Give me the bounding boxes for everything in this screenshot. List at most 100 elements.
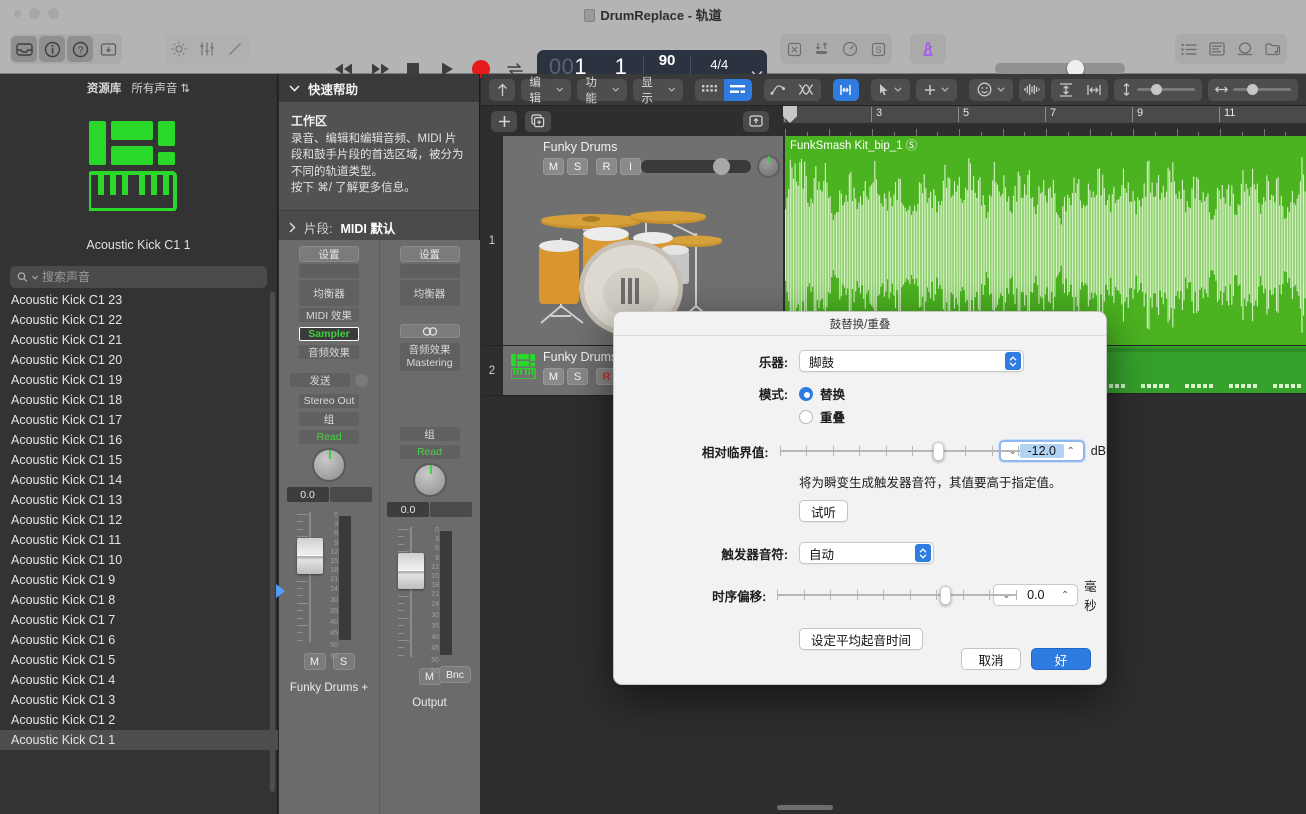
radio-icon[interactable] (799, 409, 813, 424)
cs-send-knob[interactable] (355, 373, 368, 387)
media-browser-icon[interactable] (1260, 36, 1286, 62)
solo-icon[interactable]: S (865, 36, 891, 62)
search-input[interactable] (42, 270, 260, 284)
cs-fader-handle[interactable] (398, 553, 424, 589)
list-item[interactable]: Acoustic Kick C1 6 (0, 630, 278, 650)
stepper-icon[interactable] (1005, 352, 1021, 370)
list-editors-icon[interactable] (1176, 36, 1202, 62)
list-item[interactable]: Acoustic Kick C1 21 (0, 330, 278, 350)
list-item[interactable]: Acoustic Kick C1 16 (0, 430, 278, 450)
list-item[interactable]: Acoustic Kick C1 5 (0, 650, 278, 670)
cs-pan-value[interactable]: 0.0 (387, 502, 429, 517)
zoom-horizontal-slider[interactable] (1233, 84, 1291, 95)
tuner-icon[interactable] (837, 36, 863, 62)
cs-bounce-button[interactable]: Bnc (439, 666, 471, 683)
duplicate-track-icon[interactable] (525, 110, 551, 132)
cs-audio-fx-slot[interactable]: 音频效果 (299, 345, 359, 359)
cs-automation-slot[interactable]: Read (299, 430, 359, 444)
region-import-icon[interactable] (743, 110, 769, 132)
list-item[interactable]: Acoustic Kick C1 11 (0, 530, 278, 550)
track-solo-button[interactable]: S (567, 368, 588, 385)
stepper-up-icon[interactable]: ⌃ (1058, 590, 1072, 601)
instrument-select[interactable]: 脚鼓 (799, 350, 1024, 372)
cs-audio-fx-slot[interactable]: 音频效果 Mastering (399, 343, 460, 371)
notes-icon[interactable] (1204, 36, 1230, 62)
list-item[interactable]: Acoustic Kick C1 10 (0, 550, 278, 570)
cs-fader-handle[interactable] (297, 538, 323, 574)
threshold-slider[interactable] (779, 441, 1020, 461)
list-icon[interactable] (723, 78, 752, 101)
cs-eq-slot[interactable]: 均衡器 (399, 280, 460, 306)
snap-icon[interactable] (832, 78, 859, 101)
cs-empty-slot[interactable] (399, 264, 460, 278)
track-mute-button[interactable]: M (543, 158, 564, 175)
cs-group-slot[interactable]: 组 (399, 427, 460, 441)
cs-fader-track[interactable] (309, 512, 311, 642)
cancel-button[interactable]: 取消 (961, 648, 1021, 670)
library-toggle-icon[interactable] (11, 36, 37, 62)
cs-pan-knob[interactable] (412, 463, 447, 497)
cs-instrument-slot[interactable]: Sampler (299, 327, 359, 341)
grid-icon[interactable] (695, 79, 723, 101)
mixer-icon[interactable] (194, 36, 220, 62)
fit-horizontal-icon[interactable] (1080, 79, 1108, 101)
mode-option-overlay[interactable]: 重叠 (799, 407, 845, 426)
list-item[interactable]: Acoustic Kick C1 12 (0, 510, 278, 530)
list-item[interactable]: Acoustic Kick C1 18 (0, 390, 278, 410)
cs-stereo-link-icon[interactable] (399, 324, 460, 338)
ok-button[interactable]: 好 (1031, 648, 1091, 670)
cs-fader-track[interactable] (410, 527, 412, 657)
fit-vertical-icon[interactable] (1051, 79, 1079, 101)
list-item[interactable]: Acoustic Kick C1 8 (0, 590, 278, 610)
info-icon[interactable] (39, 36, 65, 62)
cs-pan-value[interactable]: 0.0 (286, 487, 329, 502)
pointer-tool-icon[interactable] (870, 78, 910, 101)
track-pan-knob[interactable] (757, 155, 780, 178)
threshold-value[interactable]: -12.0 (1019, 444, 1064, 458)
cs-midi-fx-slot[interactable]: MIDI 效果 (299, 308, 359, 322)
timing-offset-slider[interactable] (777, 585, 1018, 605)
library-patch-list[interactable]: Acoustic Kick C1 23 Acoustic Kick C1 22 Ac… (0, 290, 278, 814)
add-track-icon[interactable] (491, 110, 517, 132)
cs-setting-button[interactable]: 设置 (299, 246, 359, 262)
zoom-vertical-slider[interactable] (1137, 84, 1195, 95)
flex-icon[interactable] (792, 79, 820, 101)
quick-help-header[interactable]: 快速帮助 (279, 74, 479, 102)
track-volume-slider[interactable] (641, 158, 751, 175)
cs-pan-extra[interactable] (329, 487, 372, 502)
master-volume-slider[interactable] (995, 60, 1125, 77)
editors-icon[interactable] (222, 36, 248, 62)
cs-group-slot[interactable]: 组 (299, 412, 359, 426)
list-item[interactable]: Acoustic Kick C1 2 (0, 710, 278, 730)
menu-edit[interactable]: 编辑 (521, 77, 572, 105)
metronome-icon[interactable] (915, 36, 941, 62)
cs-pan-extra[interactable] (430, 502, 472, 517)
cs-mute-button[interactable]: M (303, 653, 326, 670)
timing-offset-slider-thumb[interactable] (939, 586, 951, 605)
playhead[interactable] (783, 106, 797, 136)
list-item[interactable]: Acoustic Kick C1 3 (0, 690, 278, 710)
set-average-attack-button[interactable]: 设定平均起音时间 (799, 628, 924, 650)
menu-functions[interactable]: 功能 (577, 77, 628, 105)
list-item[interactable]: Acoustic Kick C1 20 (0, 350, 278, 370)
zoom-horizontal-icon[interactable] (1208, 78, 1298, 101)
cs-pan-knob[interactable] (312, 448, 346, 482)
list-item[interactable]: Acoustic Kick C1 22 (0, 310, 278, 330)
track-solo-button[interactable]: S (567, 158, 588, 175)
punch-in-icon[interactable] (809, 36, 835, 62)
navigate-up-icon[interactable] (489, 78, 516, 101)
stepper-icon[interactable] (915, 544, 931, 562)
threshold-slider-thumb[interactable] (932, 442, 944, 461)
list-item[interactable]: Acoustic Kick C1 1 (0, 730, 278, 750)
cs-output-slot[interactable]: Stereo Out (299, 394, 359, 408)
audition-button[interactable]: 试听 (799, 500, 849, 522)
list-item[interactable]: Acoustic Kick C1 4 (0, 670, 278, 690)
cs-setting-button[interactable]: 设置 (399, 246, 460, 262)
low-latency-icon[interactable] (781, 36, 807, 62)
search-chevron-down-icon[interactable] (31, 275, 38, 280)
ruler[interactable]: 1357911 (783, 106, 1306, 136)
track-name[interactable]: Funky Drums (543, 140, 617, 154)
menu-view[interactable]: 显示 (633, 77, 684, 105)
timing-offset-value[interactable]: 0.0 (1013, 588, 1058, 602)
library-scope-selector[interactable]: 所有声音 ⇅ (131, 80, 190, 96)
